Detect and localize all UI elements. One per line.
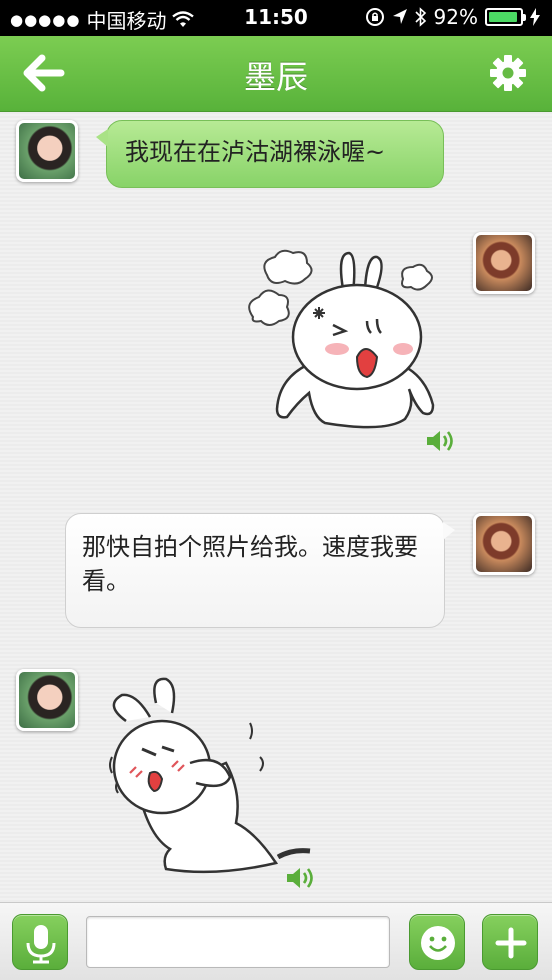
charging-icon xyxy=(530,8,540,26)
battery-icon xyxy=(485,8,526,26)
battery-percent: 92% xyxy=(433,5,478,29)
outgoing-message-bubble[interactable]: 那快自拍个照片给我。速度我要看。 xyxy=(65,513,455,628)
angry-rabbit-sticker[interactable] xyxy=(245,247,435,437)
battery-fill xyxy=(489,12,517,22)
bluetooth-icon xyxy=(414,7,426,27)
emoji-button[interactable] xyxy=(409,914,465,970)
contact-avatar[interactable] xyxy=(16,669,78,731)
navigation-bar: 墨辰 xyxy=(0,36,552,112)
status-bar: ●●●●● 中国移动 11:50 92% xyxy=(0,0,552,36)
contact-avatar[interactable] xyxy=(16,120,78,182)
orientation-lock-icon xyxy=(365,8,384,26)
plus-icon xyxy=(495,927,527,959)
my-avatar[interactable] xyxy=(473,513,535,575)
microphone-icon xyxy=(26,925,56,964)
message-text: 那快自拍个照片给我。速度我要看。 xyxy=(82,533,418,595)
location-icon xyxy=(392,9,407,24)
speaker-icon[interactable] xyxy=(284,865,314,891)
settings-button[interactable] xyxy=(488,53,528,93)
voice-input-button[interactable] xyxy=(12,914,68,970)
more-options-button[interactable] xyxy=(482,914,538,970)
incoming-message-bubble[interactable]: 我现在在泸沽湖裸泳喔~ xyxy=(96,120,444,188)
smiley-icon xyxy=(421,926,455,960)
chat-message-list[interactable]: 我现在在泸沽湖裸泳喔~ 那快自拍个照片给我。速度我要看。 xyxy=(0,112,552,902)
chat-title: 墨辰 xyxy=(243,58,308,96)
speaker-icon[interactable] xyxy=(424,428,454,454)
message-text-input[interactable] xyxy=(86,916,390,968)
my-avatar[interactable] xyxy=(473,232,535,294)
message-input-bar xyxy=(0,902,552,980)
status-right: 92% xyxy=(365,5,540,29)
message-text: 我现在在泸沽湖裸泳喔~ xyxy=(125,138,386,166)
shy-rabbit-sticker[interactable] xyxy=(100,677,320,882)
gear-icon xyxy=(490,55,526,91)
